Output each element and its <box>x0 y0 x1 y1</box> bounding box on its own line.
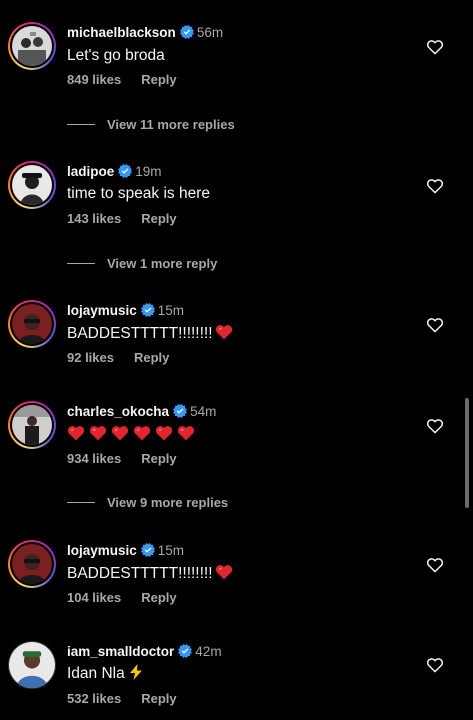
likes-count[interactable]: 934 likes <box>67 451 121 466</box>
red-heart-emoji <box>67 424 85 441</box>
likes-count[interactable]: 532 likes <box>67 691 121 706</box>
comment-text: time to speak is here <box>67 185 211 202</box>
likes-count[interactable]: 92 likes <box>67 350 114 365</box>
view-more-replies-label: View 1 more reply <box>107 256 218 271</box>
reply-button[interactable]: Reply <box>141 211 176 226</box>
red-heart-emoji <box>133 424 151 441</box>
verified-badge-icon <box>180 25 194 39</box>
view-more-replies-button[interactable]: View 11 more replies <box>67 116 235 134</box>
avatar-photo <box>12 165 52 205</box>
avatar-photo <box>12 405 52 445</box>
comment-username[interactable]: ladipoe <box>67 164 114 179</box>
avatar[interactable] <box>8 641 56 689</box>
heart-outline-icon[interactable] <box>426 556 444 573</box>
verified-badge-icon <box>173 404 187 418</box>
avatar-photo <box>12 544 52 584</box>
verified-badge-icon <box>141 303 155 317</box>
comment-username[interactable]: lojaymusic <box>67 543 137 558</box>
reply-button[interactable]: Reply <box>141 691 176 706</box>
avatar-photo <box>9 642 55 688</box>
comment-text: BADDESTTTTT!!!!!!!! <box>67 565 213 582</box>
view-more-replies-label: View 11 more replies <box>107 117 235 132</box>
avatar[interactable] <box>8 161 56 209</box>
comment-time: 15m <box>157 303 185 318</box>
comment-username[interactable]: iam_smalldoctor <box>67 644 174 659</box>
likes-count[interactable]: 143 likes <box>67 211 121 226</box>
reply-button[interactable]: Reply <box>141 590 176 605</box>
heart-outline-icon[interactable] <box>426 177 444 194</box>
comment-time: 42m <box>195 644 222 659</box>
comment-username[interactable]: michaelblackson <box>67 25 176 40</box>
red-heart-emoji <box>177 424 195 441</box>
comment-time: 19m <box>135 164 162 179</box>
comment-text <box>67 424 199 445</box>
red-heart-emoji <box>89 424 107 441</box>
heart-outline-icon[interactable] <box>426 656 444 673</box>
comment-username[interactable]: lojaymusic <box>67 303 137 318</box>
comment-username[interactable]: charles_okocha <box>67 404 169 419</box>
comment-time: 56m <box>196 25 224 40</box>
heart-outline-icon[interactable] <box>426 38 444 55</box>
avatar[interactable] <box>8 22 56 70</box>
avatar[interactable] <box>8 300 56 348</box>
heart-outline-icon[interactable] <box>426 316 444 333</box>
comment-text: Let's go broda <box>67 47 165 64</box>
high-voltage-emoji <box>129 664 143 680</box>
red-heart-emoji <box>111 424 129 441</box>
comment-time: 15m <box>157 543 185 558</box>
red-heart-emoji <box>215 563 233 580</box>
verified-badge-icon <box>178 644 192 658</box>
avatar-photo <box>12 26 52 66</box>
view-more-replies-button[interactable]: View 1 more reply <box>67 255 217 273</box>
red-heart-emoji <box>215 323 233 340</box>
avatar[interactable] <box>8 401 56 449</box>
comment-text: Idan Nla <box>67 665 125 682</box>
likes-count[interactable]: 104 likes <box>67 590 121 605</box>
heart-outline-icon[interactable] <box>426 417 444 434</box>
reply-button[interactable]: Reply <box>141 72 176 87</box>
comment-time: 54m <box>190 404 217 419</box>
divider-line <box>67 263 95 264</box>
view-more-replies-label: View 9 more replies <box>107 495 229 510</box>
reply-button[interactable]: Reply <box>141 451 176 466</box>
verified-badge-icon <box>141 543 155 557</box>
avatar-photo <box>12 304 52 344</box>
scrollbar[interactable] <box>465 398 469 508</box>
divider-line <box>67 124 95 125</box>
view-more-replies-button[interactable]: View 9 more replies <box>67 494 228 512</box>
red-heart-emoji <box>155 424 173 441</box>
divider-line <box>67 502 95 503</box>
reply-button[interactable]: Reply <box>134 350 169 365</box>
verified-badge-icon <box>118 164 132 178</box>
likes-count[interactable]: 849 likes <box>67 72 121 87</box>
comment-text: BADDESTTTTT!!!!!!!! <box>67 325 213 342</box>
avatar[interactable] <box>8 540 56 588</box>
